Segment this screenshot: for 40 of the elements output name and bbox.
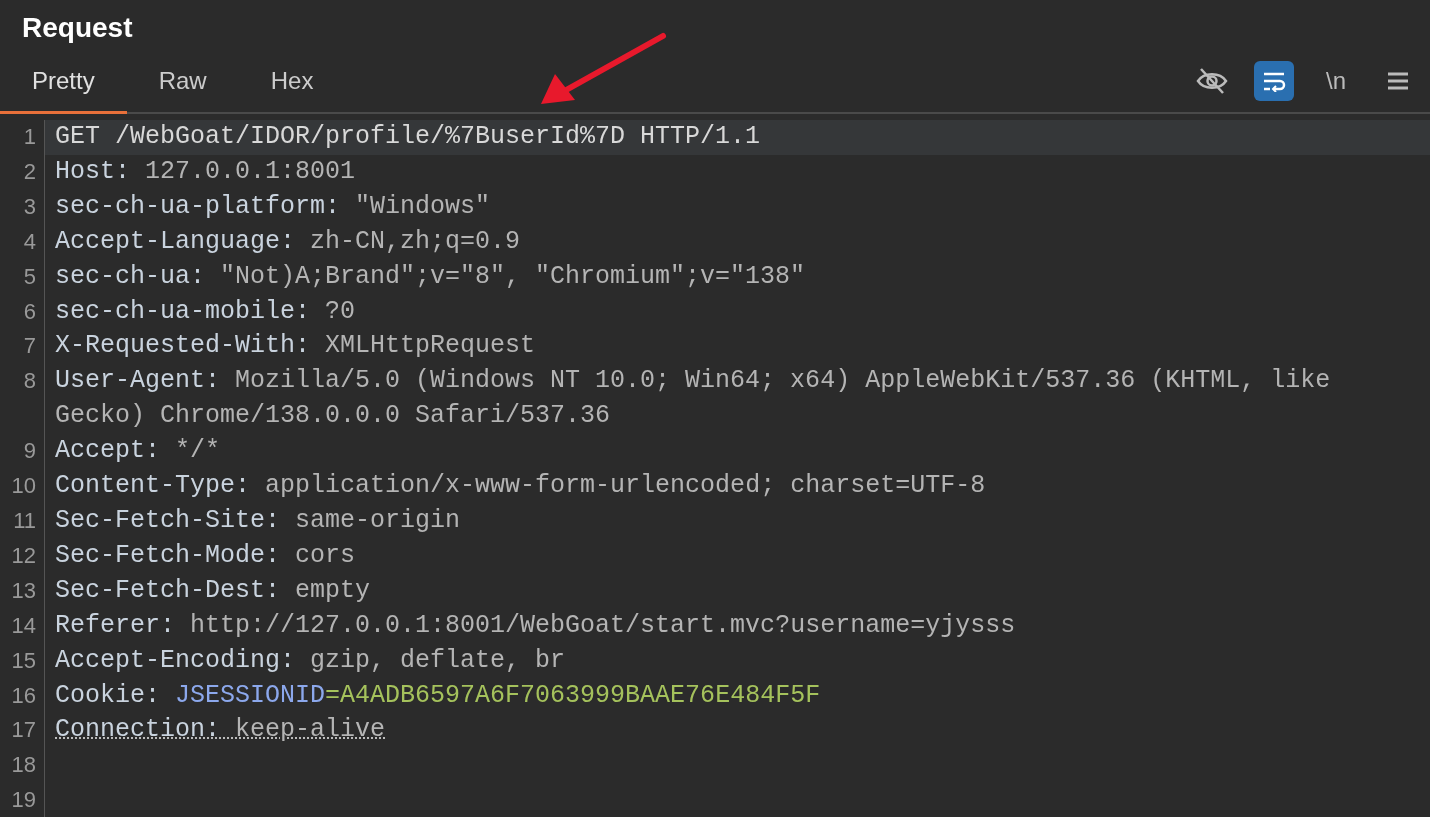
line-number: 17 [0,713,45,749]
line-number: 15 [0,643,45,679]
line-number: 18 [0,748,45,784]
code-line: Accept-Encoding: gzip, deflate, br [54,644,567,677]
line-number: 6 [0,294,45,330]
line-number: 12 [0,538,45,574]
tab[interactable]: Pretty [0,50,127,114]
text-wrap-icon[interactable] [1254,61,1294,101]
line-number: 10 [0,469,45,504]
line-number: 2 [0,154,45,190]
line-number: 9 [0,434,45,470]
code-line: sec-ch-ua-mobile: ?0 [54,295,357,328]
line-number: 8 [0,364,45,435]
code-line: Sec-Fetch-Site: same-origin [54,504,462,537]
newline-toggle[interactable]: \n [1316,61,1356,101]
line-number: 16 [0,678,45,714]
code-line: Cookie: JSESSIONID=A4ADB6597A6F7063999BAAE76E484F5F [54,679,822,712]
line-number: 5 [0,259,45,295]
line-number: 14 [0,608,45,644]
line-number: 13 [0,573,45,609]
code-line: Connection: keep-alive [54,714,387,747]
panel-title: Request [21,11,134,45]
line-number: 4 [0,224,45,260]
code-line: Content-Type: application/x-www-form-urlencoded; charset=UTF-8 [54,470,987,503]
code-line: Referer: http://127.0.0.1:8001/WebGoat/start.mvc?username=yjysss [54,609,1017,642]
line-number: 7 [0,329,45,365]
code-line: Sec-Fetch-Dest: empty [54,574,372,607]
line-number: 11 [0,503,45,539]
code-line: Accept-Language: zh-CN,zh;q=0.9 [54,225,522,258]
code-line: sec-ch-ua: "Not)A;Brand";v="8", "Chromium";v="138" [54,260,807,293]
code-line: User-Agent: Mozilla/5.0 (Windows NT 10.0; Win64; x64) AppleWebKit/537.36 (KHTML, like Gecko) Chrome/138.0.0.0 Safari/537.36 [54,365,1332,433]
code-line: X-Requested-With: XMLHttpRequest [54,330,537,363]
code-line: Sec-Fetch-Mode: cors [54,539,357,572]
line-number: 19 [0,783,45,817]
tab[interactable]: Hex [238,50,346,114]
code-line: Accept: */* [54,435,222,468]
line-number: 3 [0,189,45,225]
tab[interactable]: Raw [126,50,239,114]
code-line: sec-ch-ua-platform: "Windows" [54,190,492,223]
code-line: Host: 127.0.0.1:8001 [54,155,357,188]
